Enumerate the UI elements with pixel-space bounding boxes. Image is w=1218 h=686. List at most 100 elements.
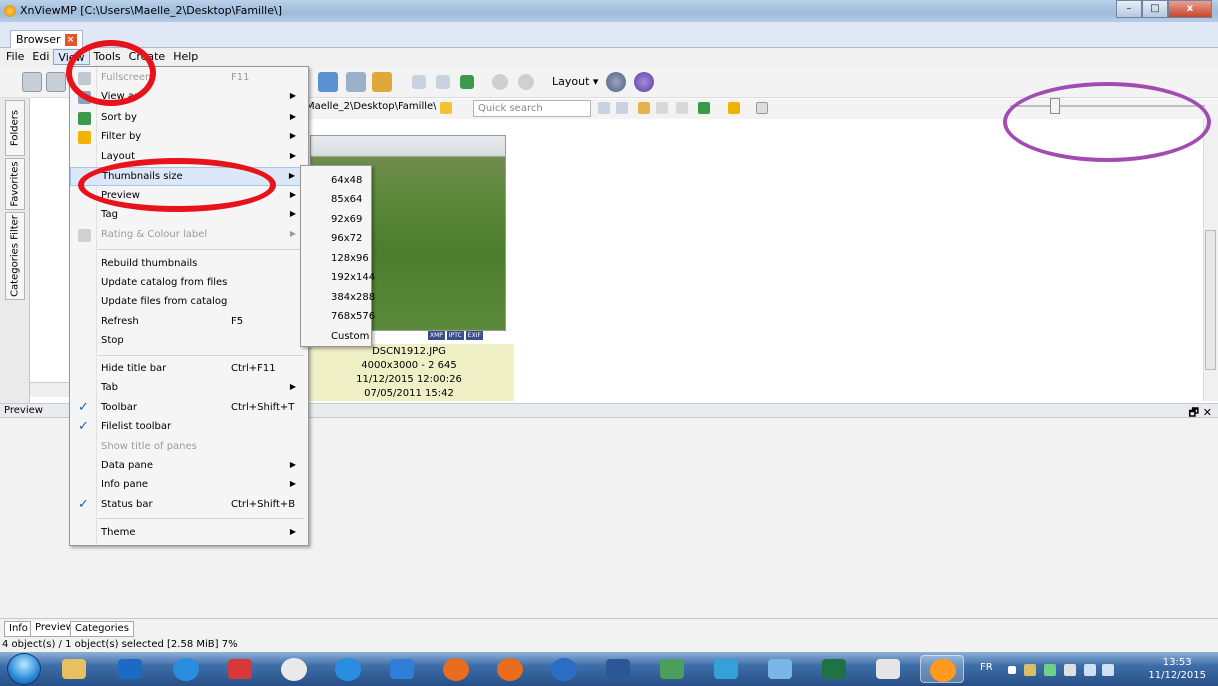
tab-folders[interactable]: Folders xyxy=(5,100,25,156)
menu-item-theme[interactable]: Theme ▶ xyxy=(70,524,308,543)
thumb-size-128x96[interactable]: 128x96 xyxy=(331,253,369,264)
annotation-circle-slider xyxy=(1003,82,1211,162)
back-arrow-icon[interactable] xyxy=(412,75,426,89)
menu-item-tab[interactable]: Tab ▶ xyxy=(70,379,308,398)
folder-pane[interactable] xyxy=(30,98,70,403)
scrollbar-thumb[interactable] xyxy=(1205,230,1216,370)
minimize-button[interactable]: – xyxy=(1116,0,1142,18)
thumb-size-92x69[interactable]: 92x69 xyxy=(331,214,362,225)
monitor-taskbar-icon[interactable] xyxy=(650,655,694,683)
ie-taskbar-icon[interactable] xyxy=(164,655,208,683)
menu-item-show-title-of-panes[interactable]: Show title of panes xyxy=(70,438,308,457)
forward-arrow-icon[interactable] xyxy=(436,75,450,89)
r-taskbar-icon[interactable] xyxy=(542,655,586,683)
menu-item-status-bar[interactable]: ✓ Status bar Ctrl+Shift+B xyxy=(70,496,308,515)
rotate-right-icon[interactable] xyxy=(518,74,534,90)
clock-time: 13:53 xyxy=(1162,657,1192,668)
menu-item-sort-by[interactable]: Sort by ▶ xyxy=(70,109,308,128)
menu-item-filter-by[interactable]: Filter by ▶ xyxy=(70,128,308,147)
thumb-size-64x48[interactable]: 64x48 xyxy=(331,175,362,186)
volume-icon[interactable] xyxy=(1084,664,1096,676)
menu-item-data-pane[interactable]: Data pane ▶ xyxy=(70,457,308,476)
new-folder-icon[interactable] xyxy=(638,102,650,114)
tray-network-icon[interactable] xyxy=(1024,664,1036,676)
thumb-size-384x288[interactable]: 384x288 xyxy=(331,292,375,303)
tab-categories-filter[interactable]: Categories Filter xyxy=(5,212,25,300)
paint-taskbar-icon[interactable] xyxy=(758,655,802,683)
menu-item-update-catalog-from-files[interactable]: Update catalog from files xyxy=(70,274,308,293)
tab-favorites[interactable]: Favorites xyxy=(5,158,25,210)
favorite-star-icon[interactable] xyxy=(440,102,452,114)
sort-icon[interactable] xyxy=(698,102,710,114)
tab-categories[interactable]: Categories xyxy=(70,621,134,637)
menu-item-stop[interactable]: Stop xyxy=(70,332,308,351)
slideshow-icon[interactable] xyxy=(372,72,392,92)
capture-icon[interactable] xyxy=(318,72,338,92)
close-button[interactable]: x xyxy=(1168,0,1212,18)
language-indicator[interactable]: FR xyxy=(980,662,993,673)
signal-icon[interactable] xyxy=(1102,664,1114,676)
tab-info[interactable]: Info xyxy=(4,621,33,637)
menu-separator xyxy=(98,249,304,250)
menu-item-refresh[interactable]: Refresh F5 xyxy=(70,313,308,332)
layout-dropdown[interactable]: Layout ▾ xyxy=(552,75,598,88)
menu-edit[interactable]: Edi xyxy=(28,49,53,65)
menu-file[interactable]: File xyxy=(2,49,28,65)
refresh-icon[interactable] xyxy=(460,75,474,89)
thumb-size-85x64[interactable]: 85x64 xyxy=(331,194,362,205)
tray-device-icon[interactable] xyxy=(1064,664,1076,676)
word-taskbar-icon[interactable] xyxy=(596,655,640,683)
menu-item-info-pane[interactable]: Info pane ▶ xyxy=(70,476,308,495)
menu-item-toolbar[interactable]: ✓ Toolbar Ctrl+Shift+T xyxy=(70,399,308,418)
thumb-size-custom[interactable]: Custom xyxy=(331,331,369,342)
nav-forward-icon[interactable] xyxy=(616,102,628,114)
maximize-button[interactable]: □ xyxy=(1142,0,1168,18)
thumb-size-768x576[interactable]: 768x576 xyxy=(331,311,375,322)
firefox-taskbar-icon[interactable] xyxy=(434,655,478,683)
clock-taskbar-icon[interactable] xyxy=(272,655,316,683)
edit-icon[interactable] xyxy=(656,102,668,114)
menu-item-update-files-from-catalog[interactable]: Update files from catalog xyxy=(70,293,308,312)
tab-browser[interactable]: Browser × xyxy=(10,30,83,48)
thumbnail-size-submenu: 64x48 85x64 92x69 96x72 128x96 192x144 3… xyxy=(300,165,375,347)
start-button[interactable] xyxy=(7,653,41,685)
menu-item-rebuild-thumbnails[interactable]: Rebuild thumbnails xyxy=(70,255,308,274)
user-taskbar-icon[interactable] xyxy=(108,655,152,683)
ie2-taskbar-icon[interactable] xyxy=(326,655,370,683)
menu-item-filelist-toolbar[interactable]: ✓ Filelist toolbar xyxy=(70,418,308,437)
path-field[interactable]: Maelle_2\Desktop\Famille\ ▾ xyxy=(306,101,436,116)
delete-icon[interactable] xyxy=(676,102,688,114)
system-clock[interactable]: 13:53 11/12/2015 xyxy=(1148,656,1206,682)
menu-item-rating-colour-label[interactable]: Rating & Colour label ▶ xyxy=(70,226,308,245)
help-icon[interactable] xyxy=(634,72,654,92)
view-mode-icon[interactable] xyxy=(46,72,66,92)
thumb-size-192x144[interactable]: 192x144 xyxy=(331,272,375,283)
thumb-size-96x72[interactable]: 96x72 xyxy=(331,233,362,244)
dropbox-taskbar-icon[interactable] xyxy=(380,655,424,683)
metadata-badges: XMP IPTC EXIF xyxy=(428,331,483,340)
settings-gear-icon[interactable] xyxy=(606,72,626,92)
tray-arrow-icon[interactable] xyxy=(1008,666,1016,674)
pin-taskbar-icon[interactable] xyxy=(218,655,262,683)
compare-icon[interactable] xyxy=(346,72,366,92)
status-bar: 4 object(s) / 1 object(s) selected [2.58… xyxy=(0,638,1218,652)
settings-taskbar-icon[interactable] xyxy=(704,655,748,683)
explorer-taskbar-icon[interactable] xyxy=(52,655,96,683)
tab-browser-label: Browser xyxy=(16,33,61,46)
filter-by-icon xyxy=(78,131,91,144)
tray-update-icon[interactable] xyxy=(1044,664,1056,676)
tab-strip: Browser × xyxy=(0,22,1218,48)
quick-search-input[interactable]: Quick search xyxy=(473,100,591,117)
rotate-left-icon[interactable] xyxy=(492,74,508,90)
firefox2-taskbar-icon[interactable] xyxy=(488,655,532,683)
menu-item-hide-title-bar[interactable]: Hide title bar Ctrl+F11 xyxy=(70,360,308,379)
nav-back-icon[interactable] xyxy=(598,102,610,114)
tab-close-icon[interactable]: × xyxy=(64,33,77,46)
menu-help[interactable]: Help xyxy=(169,49,202,65)
excel-taskbar-icon[interactable] xyxy=(812,655,856,683)
folder-horizontal-scrollbar[interactable] xyxy=(30,382,70,397)
view-grid-icon[interactable] xyxy=(756,102,768,114)
fullscreen-icon[interactable] xyxy=(22,72,42,92)
filter-icon[interactable] xyxy=(728,102,740,114)
file-date-taken: 07/05/2011 15:42 xyxy=(364,388,454,397)
